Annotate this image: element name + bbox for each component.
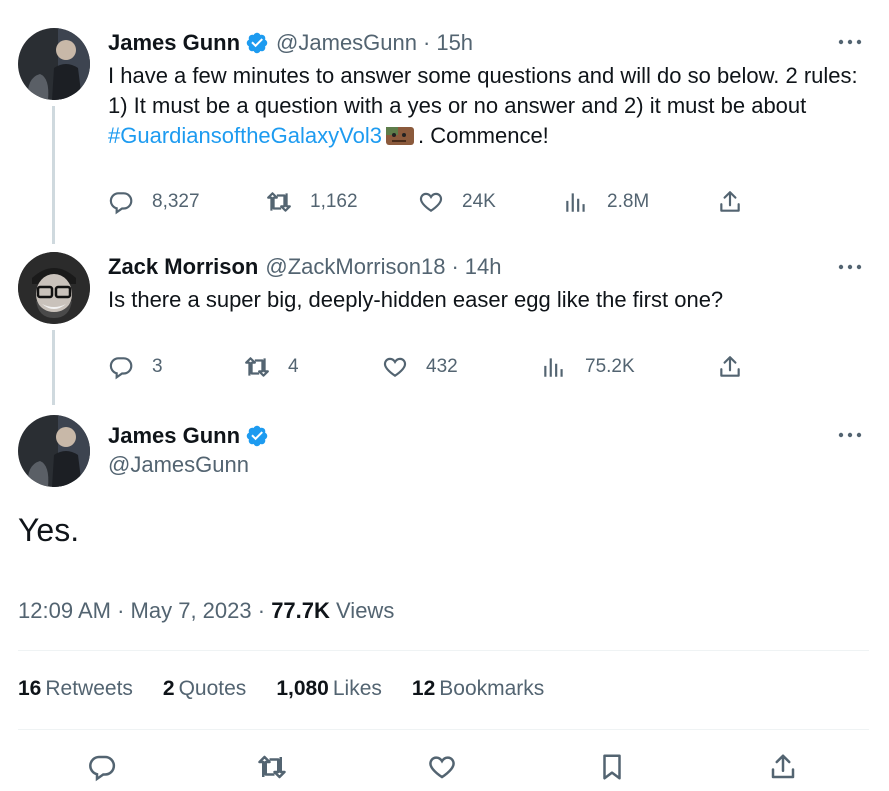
- tweet-text-part: I have a few minutes to answer some ques…: [108, 63, 858, 118]
- views-icon: [566, 193, 585, 212]
- separator-dot: ·: [117, 598, 125, 623]
- retweet-button[interactable]: 1,162: [266, 187, 358, 217]
- avatar-zack-morrison[interactable]: [18, 252, 90, 324]
- like-icon: [429, 756, 455, 779]
- divider: [18, 650, 869, 651]
- author-name[interactable]: James Gunn: [108, 423, 240, 449]
- like-icon: [383, 357, 407, 377]
- share-icon: [720, 356, 740, 377]
- retweets-count: 16: [18, 677, 42, 700]
- views-button[interactable]: 2.8M: [563, 187, 649, 217]
- separator-dot: ·: [423, 30, 431, 55]
- avatar-james-gunn[interactable]: [18, 28, 90, 100]
- separator-dot: ·: [451, 254, 459, 279]
- reply-count: 8,327: [152, 191, 200, 212]
- tweet-header: James Gunn @JamesGunn · 15h: [108, 29, 473, 57]
- likes-label: Likes: [332, 677, 382, 700]
- quotes-count: 2: [162, 677, 175, 700]
- engagement-stats: 16 Retweets 2 Quotes 1,080 Likes 12 Bookmark…: [18, 677, 574, 701]
- more-icon[interactable]: [835, 32, 865, 52]
- author-name[interactable]: Zack Morrison: [108, 254, 258, 280]
- tweet-text: Is there a super big, deeply-hidden ease…: [108, 287, 724, 312]
- bookmark-button[interactable]: [595, 750, 629, 784]
- likes-stat[interactable]: 1,080 Likes: [276, 677, 382, 701]
- date[interactable]: May 7, 2023: [131, 598, 252, 623]
- hashtag-link[interactable]: #GuardiansoftheGalaxyVol3: [108, 123, 382, 148]
- like-button[interactable]: 24K: [418, 187, 496, 217]
- reply-button[interactable]: [85, 750, 119, 784]
- retweet-count: 4: [288, 356, 299, 377]
- author-handle[interactable]: @JamesGunn: [108, 452, 249, 478]
- retweet-icon: [245, 357, 269, 377]
- thread-line: [52, 106, 55, 244]
- tweet-meta: 12:09 AM · May 7, 2023 · 77.7K Views: [18, 598, 394, 624]
- quotes-stat[interactable]: 2 Quotes: [163, 677, 246, 701]
- views-button[interactable]: 75.2K: [541, 352, 635, 382]
- author-name[interactable]: James Gunn: [108, 30, 240, 56]
- views-count: 77.7K: [271, 598, 330, 623]
- retweet-button[interactable]: [255, 750, 289, 784]
- tweet-header: Zack Morrison @ZackMorrison18 · 14h: [108, 253, 501, 281]
- divider: [18, 729, 869, 730]
- reply-icon: [89, 755, 116, 782]
- retweet-icon: [267, 192, 291, 212]
- bookmarks-stat[interactable]: 12 Bookmarks: [412, 677, 544, 701]
- more-icon[interactable]: [835, 425, 865, 445]
- quotes-label: Quotes: [178, 677, 247, 700]
- reply-button[interactable]: 3: [108, 352, 163, 382]
- verified-badge-icon: [246, 32, 268, 54]
- retweet-button[interactable]: 4: [244, 352, 299, 382]
- retweet-count: 1,162: [310, 191, 358, 212]
- author-handle[interactable]: @JamesGunn: [276, 30, 417, 56]
- share-button[interactable]: [766, 750, 800, 784]
- reply-icon: [109, 192, 133, 215]
- timestamp[interactable]: 14h: [465, 254, 502, 280]
- retweets-label: Retweets: [45, 677, 133, 700]
- reply-count: 3: [152, 356, 163, 377]
- tweet-text: Yes.: [18, 512, 80, 548]
- reply-button[interactable]: 8,327: [108, 187, 200, 217]
- tweet-text-part: . Commence!: [417, 123, 549, 148]
- bookmarks-count: 12: [411, 677, 436, 700]
- verified-badge-icon: [246, 425, 268, 447]
- avatar-james-gunn[interactable]: [18, 415, 90, 487]
- likes-count: 1,080: [276, 677, 329, 700]
- views-icon: [544, 358, 563, 377]
- like-icon: [419, 192, 443, 212]
- views-count: 2.8M: [607, 191, 650, 212]
- like-count: 432: [426, 356, 458, 377]
- bookmark-icon: [603, 754, 621, 780]
- separator-dot: ·: [257, 598, 266, 623]
- views-count: 75.2K: [585, 356, 635, 377]
- more-icon[interactable]: [835, 257, 865, 277]
- share-button[interactable]: [715, 352, 745, 382]
- groot-emoji-icon: [385, 127, 414, 145]
- reply-icon: [109, 357, 133, 380]
- bookmarks-label: Bookmarks: [439, 677, 545, 700]
- thread-line: [52, 330, 55, 405]
- timestamp[interactable]: 15h: [436, 30, 473, 56]
- author-header: James Gunn: [108, 422, 269, 450]
- tweet-text: I have a few minutes to answer some ques…: [108, 61, 868, 151]
- views-label: Views: [336, 598, 395, 623]
- share-icon: [720, 191, 740, 212]
- share-button[interactable]: [715, 187, 745, 217]
- like-button[interactable]: [425, 750, 459, 784]
- share-icon: [771, 754, 795, 779]
- author-handle[interactable]: @ZackMorrison18: [265, 254, 445, 280]
- timestamp[interactable]: 12:09 AM: [18, 598, 111, 623]
- like-button[interactable]: 432: [382, 352, 458, 382]
- retweets-stat[interactable]: 16 Retweets: [18, 677, 133, 701]
- retweet-icon: [258, 755, 286, 779]
- like-count: 24K: [462, 191, 496, 212]
